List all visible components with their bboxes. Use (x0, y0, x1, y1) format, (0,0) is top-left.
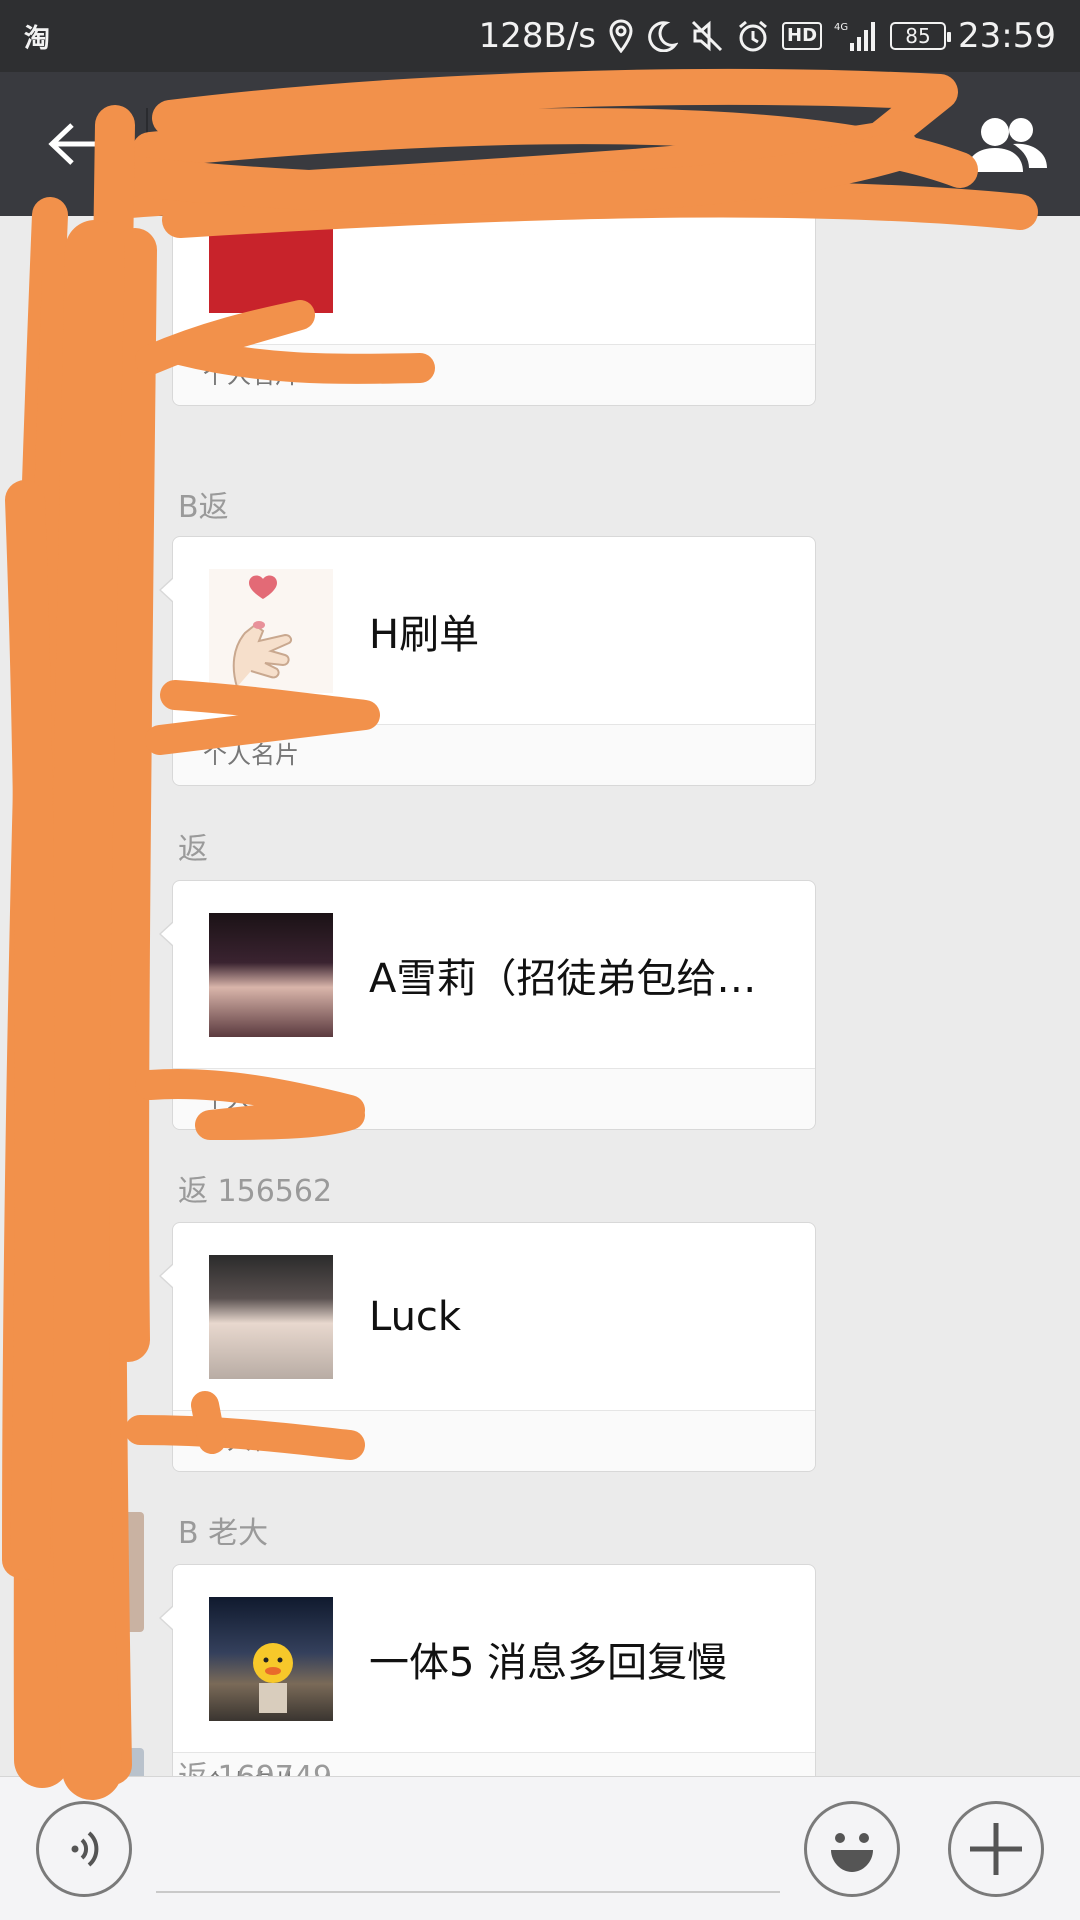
contact-card-body: H刷单 (173, 537, 815, 725)
signal-icon: 4G (834, 16, 878, 56)
contact-avatar (209, 1254, 333, 1379)
contact-card-body: A雪莉（招徒弟包给… (173, 881, 815, 1069)
contact-avatar (209, 912, 333, 1037)
contact-card-body: Luck (173, 1223, 815, 1411)
contact-card-label: 个人名片 (173, 1069, 815, 1129)
voice-button[interactable] (36, 1801, 132, 1897)
chat-list[interactable]: 个人名片 B返 H刷单 个人名片 返 A雪莉（招徒弟包给… 个人名片 返 156… (0, 216, 1080, 1776)
sender-name: B返 (178, 490, 229, 525)
back-button[interactable] (0, 72, 146, 216)
contact-avatar (209, 568, 333, 693)
chat-info-button[interactable] (934, 72, 1080, 216)
contact-card-body (173, 216, 815, 345)
contact-card-label: 个人名片 (173, 725, 815, 785)
contact-card-label: 个人名片 (173, 1411, 815, 1471)
network-type: 4G (834, 22, 848, 33)
header-divider (146, 108, 148, 180)
emoji-button[interactable] (804, 1801, 900, 1897)
sender-name: 返 (178, 832, 208, 867)
contact-avatar (209, 1596, 333, 1721)
battery-icon: 85 (890, 22, 952, 50)
moon-icon (646, 16, 678, 56)
sender-name: 返 169749 (178, 1752, 332, 1776)
status-icons: 128B/s HD 4G 85 23:59 (479, 16, 1056, 56)
chat-header (0, 72, 1080, 216)
duck-sticker-icon (253, 1642, 293, 1713)
contact-card-label: 个人名片 (173, 345, 815, 405)
contact-card-name: H刷单 (369, 611, 480, 658)
contact-card-name: 一体5 消息多回复慢 (369, 1639, 728, 1686)
finger-heart-icon (232, 575, 293, 687)
contact-card-name: A雪莉（招徒弟包给… (369, 955, 757, 1002)
arrow-left-icon (48, 123, 98, 165)
contact-avatar (209, 216, 333, 313)
message-input[interactable] (156, 1817, 780, 1893)
contact-card[interactable]: 个人名片 (159, 216, 816, 406)
taobao-notification-icon: 淘 (24, 23, 51, 54)
voice-icon (71, 1831, 99, 1867)
status-bar: 淘 128B/s HD 4G 85 23:59 (0, 0, 1080, 72)
contact-card[interactable]: Luck 个人名片 (159, 1222, 816, 1472)
avatar[interactable] (24, 1170, 144, 1290)
contact-card[interactable]: A雪莉（招徒弟包给… 个人名片 (159, 880, 816, 1130)
mute-icon (690, 16, 724, 56)
location-icon (608, 16, 634, 56)
clock: 23:59 (958, 16, 1056, 56)
more-button[interactable] (948, 1801, 1044, 1897)
input-bar (0, 1776, 1080, 1920)
emoji-icon (831, 1833, 873, 1872)
avatar[interactable] (24, 1512, 144, 1632)
avatar[interactable] (24, 828, 144, 948)
sender-name: B 老大 (178, 1516, 269, 1551)
alarm-icon (736, 16, 770, 56)
contact-card[interactable]: H刷单 个人名片 (159, 536, 816, 786)
avatar[interactable] (24, 1748, 144, 1776)
contact-card-body: 一体5 消息多回复慢 (173, 1565, 815, 1753)
contact-card[interactable]: 一体5 消息多回复慢 个人名片 (159, 1564, 816, 1776)
network-speed: 128B/s (478, 16, 596, 56)
contact-card-name: Luck (369, 1293, 462, 1340)
hd-icon: HD (782, 22, 823, 50)
plus-icon (970, 1823, 1022, 1875)
avatar[interactable] (24, 486, 144, 606)
people-icon (967, 118, 1047, 172)
sender-name: 返 156562 (178, 1174, 333, 1209)
